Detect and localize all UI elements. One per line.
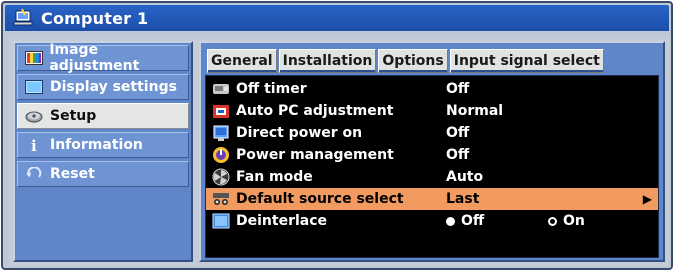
menu-item-display-settings[interactable]: Display settings — [17, 74, 189, 100]
settings-panel: General Installation Options Input signa… — [199, 41, 665, 262]
setting-row-auto-pc-adjustment[interactable]: Auto PC adjustment Normal — [206, 100, 658, 122]
tab-options[interactable]: Options — [378, 49, 448, 73]
setting-value: Auto — [446, 169, 484, 185]
setting-row-fan-mode[interactable]: Fan mode Auto — [206, 166, 658, 188]
setting-label: Default source select — [236, 191, 404, 207]
setting-label: Direct power on — [236, 125, 363, 141]
menu-item-label: Image adjustment — [49, 42, 140, 74]
settings-window: Computer 1 Image adjustment Display sett… — [1, 1, 673, 270]
body-panel: Image adjustment Display settings Setup … — [9, 37, 669, 266]
radio-label: Off — [461, 213, 485, 229]
radio-option-off[interactable]: Off — [446, 213, 484, 229]
submenu-arrow-icon: ▶ — [642, 192, 652, 206]
setting-row-power-management[interactable]: Power management Off — [206, 144, 658, 166]
menu-item-information[interactable]: i Information — [17, 132, 189, 158]
timer-icon — [212, 80, 230, 98]
setting-row-deinterlace: Deinterlace Off On — [206, 210, 658, 232]
menu-item-label: Setup — [50, 108, 97, 124]
setting-value: Normal — [446, 103, 504, 119]
monitor-icon — [24, 79, 44, 95]
menu-item-label: Display settings — [50, 79, 177, 95]
setting-value: Off — [446, 81, 470, 97]
auto-adjust-icon — [212, 102, 230, 120]
setting-value: Last — [446, 191, 480, 207]
deinterlace-icon — [212, 212, 230, 230]
menu-item-image-adjustment[interactable]: Image adjustment — [17, 42, 189, 74]
radio-unselected-icon — [548, 216, 557, 226]
setting-row-default-source-select[interactable]: Default source select Last ▶ — [206, 188, 658, 210]
reset-arrow-icon — [24, 166, 44, 182]
gear-icon — [24, 108, 44, 124]
tab-general[interactable]: General — [207, 49, 277, 73]
setting-label: Power management — [236, 147, 394, 163]
setting-label: Deinterlace — [236, 213, 328, 229]
setting-label: Off timer — [236, 81, 307, 97]
setting-value: Off — [446, 125, 470, 141]
menu-item-label: Information — [50, 137, 143, 153]
radio-label: On — [563, 213, 585, 229]
window-title: Computer 1 — [41, 8, 149, 28]
svg-text:i: i — [31, 137, 37, 153]
power-management-icon — [212, 146, 230, 164]
radio-option-on[interactable]: On — [548, 213, 585, 229]
source-select-icon — [212, 190, 230, 208]
menu-item-reset[interactable]: Reset — [17, 161, 189, 187]
settings-list: Off timer Off Auto PC adjustment Normal — [205, 75, 659, 258]
palette-icon — [24, 50, 43, 66]
power-plug-icon — [212, 124, 230, 142]
setting-label: Fan mode — [236, 169, 313, 185]
computer-icon — [13, 8, 35, 27]
setting-row-off-timer[interactable]: Off timer Off — [206, 78, 658, 100]
tab-installation[interactable]: Installation — [278, 49, 377, 73]
info-icon: i — [24, 137, 44, 153]
tab-input-signal-select[interactable]: Input signal select — [449, 49, 604, 73]
menu-item-setup[interactable]: Setup — [17, 103, 189, 129]
tab-bar: General Installation Options Input signa… — [207, 49, 606, 73]
side-menu: Image adjustment Display settings Setup … — [13, 41, 193, 262]
setting-label: Auto PC adjustment — [236, 103, 394, 119]
setting-row-direct-power-on[interactable]: Direct power on Off — [206, 122, 658, 144]
setting-value: Off — [446, 147, 470, 163]
fan-icon — [212, 168, 230, 186]
radio-selected-icon — [446, 216, 455, 226]
title-bar: Computer 1 — [5, 5, 669, 31]
menu-item-label: Reset — [50, 166, 95, 182]
